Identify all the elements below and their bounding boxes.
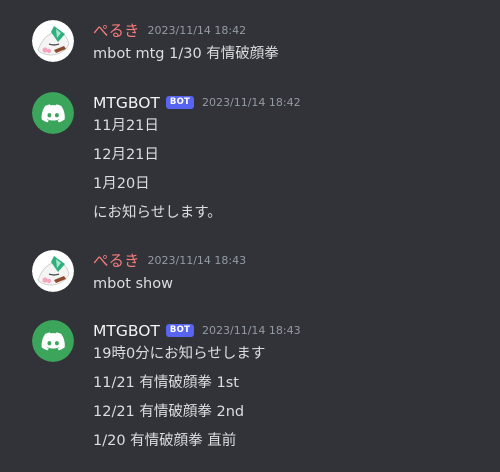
timestamp: 2023/11/14 18:43 [147,254,247,267]
chat-message-list: ぺるき 2023/11/14 18:42 mbot mtg 1/30 有情破顔拳… [0,0,500,472]
username[interactable]: MTGBOT [93,320,160,342]
user-avatar[interactable] [32,20,74,62]
message-text: mbot show [93,276,173,292]
user-avatar[interactable] [32,250,74,292]
bot-avatar[interactable] [32,320,74,362]
username[interactable]: ぺるき [93,20,140,42]
message-text: 12/21 有情破顔拳 2nd [93,404,245,420]
message-header: ぺるき 2023/11/14 18:42 [93,20,246,42]
message-text: にお知らせします。 [93,205,222,221]
message-text: mbot mtg 1/30 有情破顔拳 [93,46,279,62]
user-illustration-avatar-icon [32,20,74,62]
message-text: 19時0分にお知らせします [93,346,266,362]
message-text: 1月20日 [93,176,150,192]
message-text: 11月21日 [93,118,159,134]
discord-logo-icon [32,320,74,362]
bot-avatar[interactable] [32,92,74,134]
bot-badge: BOT [165,323,194,337]
bot-badge: BOT [165,95,194,109]
message-text: 12月21日 [93,147,159,163]
discord-logo-icon [32,92,74,134]
message-header: MTGBOT BOT 2023/11/14 18:43 [93,320,301,342]
message-header: MTGBOT BOT 2023/11/14 18:42 [93,92,301,114]
message-text: 1/20 有情破顔拳 直前 [93,433,237,449]
user-illustration-avatar-icon [32,250,74,292]
username[interactable]: MTGBOT [93,92,160,114]
username[interactable]: ぺるき [93,250,140,272]
timestamp: 2023/11/14 18:42 [147,24,247,37]
timestamp: 2023/11/14 18:43 [202,324,301,337]
message-text: 11/21 有情破顔拳 1st [93,375,239,391]
timestamp: 2023/11/14 18:42 [202,96,301,109]
message-header: ぺるき 2023/11/14 18:43 [93,250,246,272]
